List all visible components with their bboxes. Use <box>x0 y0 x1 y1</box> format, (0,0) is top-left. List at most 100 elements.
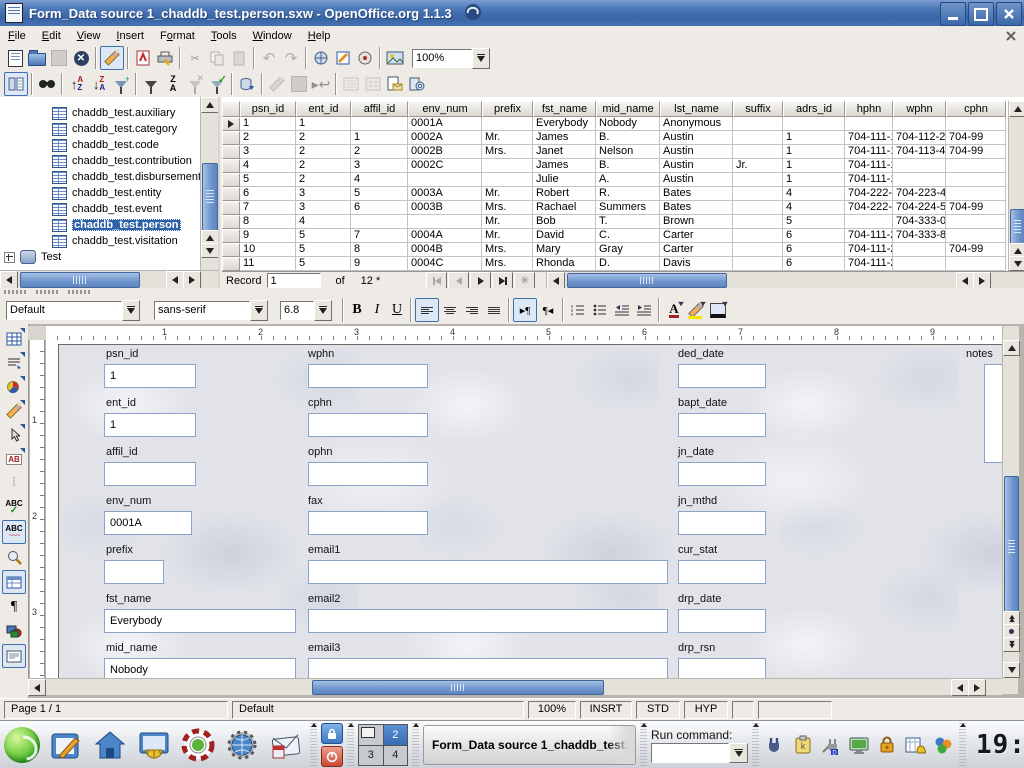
cell-env_num[interactable]: 0004A <box>408 229 482 243</box>
form-field-cur_stat[interactable] <box>678 560 766 584</box>
cell-wphn[interactable] <box>893 243 946 257</box>
tree-vertical-scrollbar[interactable] <box>200 97 218 271</box>
cell-lst_name[interactable]: Anonymous <box>660 117 733 131</box>
bold-button[interactable]: B <box>347 300 367 320</box>
cell-mid_name[interactable]: A. <box>596 173 660 187</box>
copy-icon[interactable] <box>206 47 228 69</box>
bullets-icon[interactable] <box>589 299 611 321</box>
form-functions-icon[interactable] <box>3 424 25 446</box>
column-header-affil_id[interactable]: affil_id <box>351 101 408 117</box>
home-folder-icon[interactable] <box>90 725 130 765</box>
zoom-indicator[interactable]: 100% <box>528 701 576 719</box>
insert-data-to-text-icon[interactable] <box>384 73 406 95</box>
nonprinting-characters-icon[interactable]: ¶ <box>3 596 25 618</box>
mail-merge-icon[interactable] <box>406 73 428 95</box>
cell-hphn[interactable]: 704-111-2 <box>845 229 893 243</box>
cell-ent_id[interactable]: 2 <box>296 145 351 159</box>
cell-psn_id[interactable]: 2 <box>240 131 296 145</box>
form-field-bapt_date[interactable] <box>678 413 766 437</box>
find-record-icon[interactable] <box>36 73 58 95</box>
data-to-fields-icon[interactable] <box>362 73 384 95</box>
cell-lst_name[interactable]: Austin <box>660 145 733 159</box>
cell-mid_name[interactable]: Gray <box>596 243 660 257</box>
cell-lst_name[interactable]: Austin <box>660 131 733 145</box>
form-field-cphn[interactable] <box>308 413 428 437</box>
cell-fst_name[interactable]: Janet <box>533 145 596 159</box>
cell-lst_name[interactable]: Bates <box>660 187 733 201</box>
form-field-fax[interactable] <box>308 511 428 535</box>
notes-app-icon[interactable] <box>46 725 86 765</box>
cell-env_num[interactable]: 0003B <box>408 201 482 215</box>
organizer-alarm-tray-icon[interactable] <box>903 733 927 757</box>
form-field-mid_name[interactable] <box>104 658 296 678</box>
column-header-hphn[interactable]: hphn <box>845 101 893 117</box>
apply-filter-icon[interactable]: ✓ <box>206 73 228 95</box>
next-record-icon[interactable] <box>470 272 491 289</box>
table-row[interactable]: 110001AEverybodyNobodyAnonymous <box>222 117 1008 131</box>
row-header[interactable] <box>222 173 240 187</box>
cell-cphn[interactable]: 704-99 <box>946 145 1006 159</box>
row-header[interactable] <box>222 201 240 215</box>
form-field-affil_id[interactable] <box>104 462 196 486</box>
horizontal-ruler[interactable]: 123456789 <box>28 326 1002 340</box>
cell-prefix[interactable]: Mrs. <box>482 201 533 215</box>
cell-wphn[interactable] <box>893 173 946 187</box>
column-header-ent_id[interactable]: ent_id <box>296 101 351 117</box>
cell-hphn[interactable]: 704-111-1 <box>845 159 893 173</box>
tree-item-contribution[interactable]: chaddb_test.contribution <box>0 153 198 169</box>
cell-fst_name[interactable]: Robert <box>533 187 596 201</box>
form-field-drp_rsn[interactable] <box>678 658 766 678</box>
cell-ent_id[interactable]: 2 <box>296 159 351 173</box>
close-document-icon[interactable] <box>1004 29 1018 43</box>
cell-suffix[interactable] <box>733 173 783 187</box>
cell-psn_id[interactable]: 7 <box>240 201 296 215</box>
tree-item-auxiliary[interactable]: chaddb_test.auxiliary <box>0 105 198 121</box>
cell-wphn[interactable]: 704-333-0 <box>893 215 946 229</box>
cell-hphn[interactable]: 704-222-2 <box>845 187 893 201</box>
undo-icon[interactable]: ↶ <box>258 47 280 69</box>
menu-help[interactable]: Help <box>300 28 339 44</box>
column-header-psn_id[interactable]: psn_id <box>240 101 296 117</box>
cell-prefix[interactable]: Mrs. <box>482 145 533 159</box>
form-field-jn_mthd[interactable] <box>678 511 766 535</box>
cell-lst_name[interactable]: Davis <box>660 257 733 271</box>
cell-ent_id[interactable]: 2 <box>296 131 351 145</box>
cell-affil_id[interactable]: 2 <box>351 145 408 159</box>
applet-handle[interactable] <box>310 723 317 767</box>
cell-psn_id[interactable]: 8 <box>240 215 296 229</box>
cell-prefix[interactable]: Mr. <box>482 215 533 229</box>
cell-lst_name[interactable]: Carter <box>660 229 733 243</box>
save-icon[interactable] <box>48 47 70 69</box>
export-pdf-icon[interactable] <box>132 47 154 69</box>
form-field-psn_id[interactable] <box>104 364 196 388</box>
cell-env_num[interactable] <box>408 215 482 229</box>
pager-desktop-1[interactable]: 1 <box>359 725 383 745</box>
cell-mid_name[interactable]: Nobody <box>596 117 660 131</box>
column-header-cphn[interactable]: cphn <box>946 101 1006 117</box>
pager-desktop-2[interactable]: 2 <box>384 725 408 745</box>
table-row[interactable]: 4230002CJamesB.AustinJr.1704-111-1 <box>222 159 1008 173</box>
font-size-input[interactable] <box>280 301 314 320</box>
cell-psn_id[interactable]: 1 <box>240 117 296 131</box>
cell-cphn[interactable] <box>946 187 1006 201</box>
cell-adrs_id[interactable]: 4 <box>783 187 845 201</box>
cell-cphn[interactable]: 704-99 <box>946 243 1006 257</box>
print-icon[interactable] <box>154 47 176 69</box>
cell-fst_name[interactable]: Julie <box>533 173 596 187</box>
cell-cphn[interactable] <box>946 117 1006 131</box>
autospellcheck-icon[interactable]: ABC~~~ <box>2 520 26 544</box>
cell-fst_name[interactable]: Rhonda <box>533 257 596 271</box>
cell-adrs_id[interactable]: 1 <box>783 173 845 187</box>
menu-insert[interactable]: Insert <box>108 28 152 44</box>
suse-help-icon[interactable] <box>178 725 218 765</box>
table-row[interactable]: 2210002AMr.JamesB.Austin1704-111-1704-11… <box>222 131 1008 145</box>
mail-client-icon[interactable] <box>266 725 306 765</box>
row-header[interactable] <box>222 215 240 229</box>
cell-suffix[interactable] <box>733 117 783 131</box>
applet-handle[interactable] <box>640 723 647 767</box>
cell-cphn[interactable] <box>946 215 1006 229</box>
close-document-icon[interactable]: ✕ <box>70 47 92 69</box>
cell-affil_id[interactable] <box>351 117 408 131</box>
form-field-email2[interactable] <box>308 609 668 633</box>
maximize-button[interactable] <box>968 2 994 26</box>
